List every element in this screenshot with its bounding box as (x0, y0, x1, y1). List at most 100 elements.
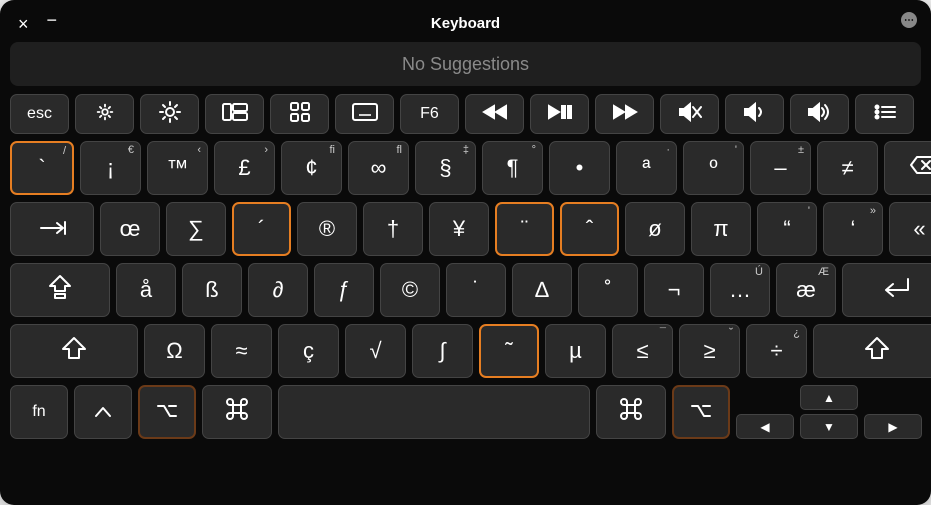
key-pound[interactable]: £› (214, 141, 275, 195)
key-oe[interactable]: œ (100, 202, 160, 256)
key-fn[interactable]: fn (10, 385, 68, 439)
key-dagger[interactable]: † (363, 202, 423, 256)
key-a-ring[interactable]: å (116, 263, 176, 317)
key-guillemet-left[interactable]: « (889, 202, 931, 256)
key-eszett[interactable]: ß (182, 263, 242, 317)
key-cent[interactable]: ¢fi (281, 141, 342, 195)
key-backtick[interactable]: `/ (10, 141, 74, 195)
key-return[interactable] (842, 263, 931, 317)
key-volume-up[interactable] (790, 94, 849, 134)
key-sigma-sum[interactable]: ∑ (166, 202, 226, 256)
more-icon[interactable]: ⋯ (901, 12, 917, 28)
brightness-up-icon (158, 100, 182, 129)
arrow-left[interactable]: ◀ (736, 414, 794, 439)
key-option-right[interactable] (672, 385, 730, 439)
minimize-icon[interactable]: − (43, 8, 62, 33)
key-copyright[interactable]: © (380, 263, 440, 317)
key-mute[interactable] (660, 94, 719, 134)
key-ellipsis[interactable]: …Ú (710, 263, 770, 317)
key-integral[interactable]: ∫ (412, 324, 473, 378)
key-delta[interactable]: ∆ (512, 263, 572, 317)
key-acute[interactable]: ´ (232, 202, 291, 256)
key-delete[interactable] (884, 141, 931, 195)
key-a-super[interactable]: ª· (616, 141, 677, 195)
key-label: ˆ (586, 216, 593, 242)
key-tab[interactable] (10, 202, 94, 256)
key-rewind[interactable] (465, 94, 524, 134)
key-section[interactable]: §‡ (415, 141, 476, 195)
key-f6[interactable]: F6 (400, 94, 459, 134)
key-launchpad[interactable] (270, 94, 329, 134)
key-partial[interactable]: ∂ (248, 263, 308, 317)
key-close-squote[interactable]: ‘» (823, 202, 883, 256)
key-space[interactable] (278, 385, 590, 439)
key-cedilla[interactable]: ç (278, 324, 339, 378)
key-pilcrow[interactable]: ¶° (482, 141, 543, 195)
key-label: ª (642, 155, 650, 181)
key-circumflex[interactable]: ˆ (560, 202, 619, 256)
key-superscript: / (63, 146, 66, 157)
close-icon[interactable]: × (14, 12, 33, 37)
key-label: ∫ (439, 338, 445, 364)
key-label: ™ (167, 155, 189, 181)
key-superscript: ˘ (729, 328, 733, 339)
key-open-dquote[interactable]: “' (757, 202, 817, 256)
key-mu[interactable]: µ (545, 324, 606, 378)
key-ae[interactable]: æÆ (776, 263, 836, 317)
key-not-sign[interactable]: ¬ (644, 263, 704, 317)
key-not-equal[interactable]: ≠ (817, 141, 878, 195)
keyboard-icon-icon (352, 103, 378, 126)
key-superscript: ¯ (660, 328, 666, 339)
arrow-up[interactable]: ▲ (800, 385, 858, 410)
key-superscript: ' (735, 145, 737, 156)
key-mission-control[interactable] (205, 94, 264, 134)
key-o-slash[interactable]: ø (625, 202, 685, 256)
key-label: ≠ (841, 155, 853, 181)
key-caps-lock[interactable] (10, 263, 110, 317)
key-approx[interactable]: ≈ (211, 324, 272, 378)
key-esc[interactable]: esc (10, 94, 69, 134)
key-omega[interactable]: Ω (144, 324, 205, 378)
key-command-right[interactable] (596, 385, 666, 439)
key-tm[interactable]: ™‹ (147, 141, 208, 195)
key-label: ® (319, 216, 335, 242)
key-brightness-down[interactable] (75, 94, 134, 134)
key-registered[interactable]: ® (297, 202, 357, 256)
key-superscript: fl (397, 145, 403, 156)
key-shift-left[interactable] (10, 324, 138, 378)
key-diaeresis[interactable]: ¨ (495, 202, 554, 256)
arrow-right[interactable]: ▶ (864, 414, 922, 439)
key-label: ≈ (235, 338, 247, 364)
key-list[interactable] (855, 94, 914, 134)
key-o-super[interactable]: º' (683, 141, 744, 195)
key-greater-equal[interactable]: ≥˘ (679, 324, 740, 378)
key-control[interactable] (74, 385, 132, 439)
key-divide[interactable]: ÷¿ (746, 324, 807, 378)
key-command-left[interactable] (202, 385, 272, 439)
key-en-dash[interactable]: –± (750, 141, 811, 195)
key-tilde[interactable]: ˜ (479, 324, 539, 378)
key-fast-forward[interactable] (595, 94, 654, 134)
qwerty-row: œ∑´®†¥¨ˆøπ“'‘»« (8, 202, 923, 256)
key-yen[interactable]: ¥ (429, 202, 489, 256)
key-sqrt[interactable]: √ (345, 324, 406, 378)
key-label: ≥ (703, 338, 715, 364)
key-option-left[interactable] (138, 385, 196, 439)
key-play-pause[interactable] (530, 94, 589, 134)
arrow-pad: ▲◀▼▶ (736, 385, 922, 439)
key-volume-down[interactable] (725, 94, 784, 134)
key-label: ç (303, 338, 314, 364)
key-shift-right[interactable] (813, 324, 931, 378)
key-less-equal[interactable]: ≤¯ (612, 324, 673, 378)
key-pi[interactable]: π (691, 202, 751, 256)
key-dot-above[interactable]: ˙ (446, 263, 506, 317)
key-florin[interactable]: ƒ (314, 263, 374, 317)
arrow-down[interactable]: ▼ (800, 414, 858, 439)
key-ring[interactable]: ˚ (578, 263, 638, 317)
key-infinity[interactable]: ∞fl (348, 141, 409, 195)
key-bullet[interactable]: • (549, 141, 610, 195)
key-keyboard-toggle[interactable] (335, 94, 394, 134)
key-i-excl[interactable]: ¡€ (80, 141, 141, 195)
key-label: fn (32, 403, 45, 421)
key-brightness-up[interactable] (140, 94, 199, 134)
